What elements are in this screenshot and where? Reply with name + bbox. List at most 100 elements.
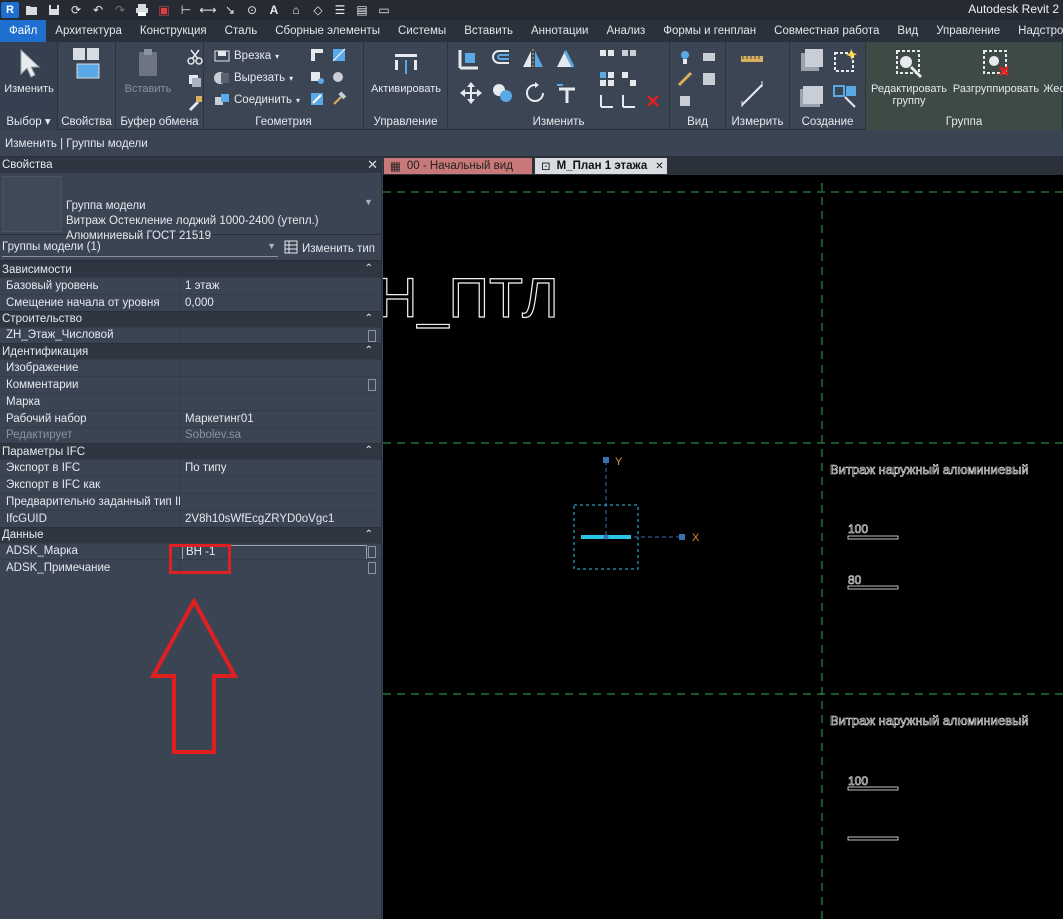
- paint-icon[interactable]: [308, 68, 326, 86]
- associate-parameter-button[interactable]: [368, 562, 376, 575]
- property-row[interactable]: Рабочий набор Маркетинг01: [0, 409, 381, 427]
- property-row[interactable]: Изображение: [0, 359, 381, 377]
- link-group-button[interactable]: Жес: [1043, 83, 1063, 95]
- property-value[interactable]: По типу: [181, 460, 381, 476]
- property-value[interactable]: [181, 394, 381, 410]
- drawing-canvas[interactable]: Н_ПТЛ Y X Витраж наружный алюминиевый 10…: [383, 175, 1063, 919]
- property-value[interactable]: [181, 494, 381, 510]
- tag-icon[interactable]: ⊙: [243, 2, 261, 18]
- copy-element-icon[interactable]: [490, 80, 516, 106]
- sheet-icon[interactable]: ▣: [155, 2, 173, 18]
- property-value[interactable]: Маркетинг01: [181, 411, 381, 427]
- open-icon[interactable]: [23, 2, 41, 18]
- tab-insert[interactable]: Вставить: [455, 20, 522, 42]
- hammer-icon[interactable]: [330, 90, 348, 108]
- property-group-header[interactable]: Идентификация ⌃: [0, 343, 381, 360]
- paste-button[interactable]: Вставить: [122, 46, 174, 95]
- filter-view-icon[interactable]: [700, 70, 718, 88]
- cube-view-icon[interactable]: [676, 92, 694, 110]
- associate-parameter-button[interactable]: [368, 379, 376, 392]
- join-button[interactable]: Соединить ▾: [214, 90, 300, 110]
- tab-view[interactable]: Вид: [888, 20, 927, 42]
- mirror-draw-icon[interactable]: [552, 46, 578, 72]
- tab-massing-site[interactable]: Формы и генплан: [654, 20, 765, 42]
- property-row[interactable]: Базовый уровень 1 этаж: [0, 277, 381, 294]
- property-value[interactable]: [181, 360, 381, 376]
- property-value[interactable]: [181, 328, 381, 344]
- tab-collaborate[interactable]: Совместная работа: [765, 20, 888, 42]
- mirror-axis-icon[interactable]: [520, 46, 546, 72]
- revit-logo-icon[interactable]: R: [1, 2, 19, 18]
- align-dimension-icon[interactable]: ⊢: [177, 2, 195, 18]
- tab-structure[interactable]: Конструкция: [131, 20, 216, 42]
- create-group-icon[interactable]: [830, 46, 860, 76]
- property-row[interactable]: IfcGUID 2V8h10sWfEcgZRYD0oVgc1: [0, 509, 381, 527]
- text-icon[interactable]: A: [265, 2, 283, 18]
- property-value[interactable]: 1 этаж: [181, 278, 381, 294]
- tab-addins[interactable]: Надстройки: [1009, 20, 1063, 42]
- remove-paint-icon[interactable]: [330, 68, 348, 86]
- close-icon[interactable]: ✕: [655, 161, 663, 172]
- tab-architecture[interactable]: Архитектура: [46, 20, 131, 42]
- unpin-icon[interactable]: [620, 92, 638, 110]
- property-row[interactable]: ZH_Этаж_Числовой: [0, 326, 381, 344]
- save-icon[interactable]: [45, 2, 63, 18]
- ungroup-button[interactable]: Разгруппировать: [952, 46, 1040, 95]
- activate-button[interactable]: Активировать: [368, 46, 444, 95]
- property-group-header[interactable]: Параметры IFC ⌃: [0, 443, 381, 460]
- measure-tool-icon[interactable]: [738, 50, 774, 68]
- create-parts-icon[interactable]: [796, 46, 826, 76]
- close-icon[interactable]: ✕: [367, 157, 378, 173]
- property-row[interactable]: Комментарии: [0, 376, 381, 393]
- close-hidden-icon[interactable]: ▤: [353, 2, 371, 18]
- property-group-header[interactable]: Зависимости ⌃: [0, 261, 381, 277]
- dimension-tool-icon[interactable]: [738, 80, 774, 108]
- move-icon[interactable]: [458, 80, 484, 106]
- delete-icon[interactable]: [644, 92, 662, 110]
- create-assembly-icon[interactable]: [796, 82, 826, 112]
- property-row[interactable]: Экспорт в IFC как: [0, 476, 381, 493]
- modify-button[interactable]: Изменить: [2, 46, 56, 95]
- tab-manage[interactable]: Управление: [927, 20, 1009, 42]
- array-icon[interactable]: [598, 70, 616, 88]
- properties-button[interactable]: [62, 46, 112, 83]
- linework-icon[interactable]: [676, 70, 694, 88]
- edit-type-button[interactable]: Изменить тип: [284, 240, 375, 257]
- redo-icon[interactable]: ↷: [111, 2, 129, 18]
- hide-icon[interactable]: [700, 48, 718, 66]
- tab-file[interactable]: Файл: [0, 20, 47, 42]
- property-row[interactable]: Марка: [0, 392, 381, 410]
- split-face-icon[interactable]: [330, 46, 348, 64]
- property-row[interactable]: Смещение начала от уровня 0,000: [0, 293, 381, 311]
- switch-windows-icon[interactable]: ▭: [375, 2, 393, 18]
- property-value[interactable]: 2V8h10sWfEcgZRYD0oVgc1: [181, 511, 381, 527]
- offset-icon[interactable]: [488, 46, 514, 72]
- property-value[interactable]: 0,000: [181, 295, 381, 311]
- type-selector[interactable]: Группа модели Витраж Остекление лоджий 1…: [0, 173, 381, 242]
- cut-geometry-button[interactable]: Вырезать ▾: [214, 68, 293, 88]
- create-similar-icon[interactable]: [830, 82, 860, 112]
- tab-systems[interactable]: Системы: [389, 20, 455, 42]
- align-icon[interactable]: [456, 46, 482, 72]
- wall-joins-icon[interactable]: [308, 46, 326, 64]
- property-row[interactable]: Редактирует Sobolev.sa: [0, 426, 381, 444]
- chevron-down-icon[interactable]: ▼: [364, 197, 373, 207]
- property-group-header[interactable]: Данные ⌃: [0, 526, 381, 543]
- scale-icon[interactable]: [620, 70, 638, 88]
- collapse-icon[interactable]: ⌃: [365, 445, 373, 456]
- copy-icon[interactable]: [186, 72, 204, 90]
- undo-icon[interactable]: ↶: [89, 2, 107, 18]
- collapse-icon[interactable]: ⌃: [365, 345, 373, 356]
- property-row[interactable]: Предварительно заданный тип IFC: [0, 492, 381, 510]
- property-value[interactable]: [181, 377, 381, 393]
- instance-filter-dropdown[interactable]: Группы модели (1) ▼: [2, 239, 278, 257]
- associate-parameter-button[interactable]: [368, 329, 376, 342]
- tab-precast[interactable]: Сборные элементы: [266, 20, 389, 42]
- home-icon[interactable]: ⌂: [287, 2, 305, 18]
- trim-extend-icon[interactable]: [554, 80, 580, 106]
- demolish-icon[interactable]: [308, 90, 326, 108]
- edit-group-button[interactable]: Редактировать группу: [868, 46, 950, 107]
- tab-annotate[interactable]: Аннотации: [522, 20, 597, 42]
- tab-analyze[interactable]: Анализ: [597, 20, 654, 42]
- collapse-icon[interactable]: ⌃: [365, 313, 373, 324]
